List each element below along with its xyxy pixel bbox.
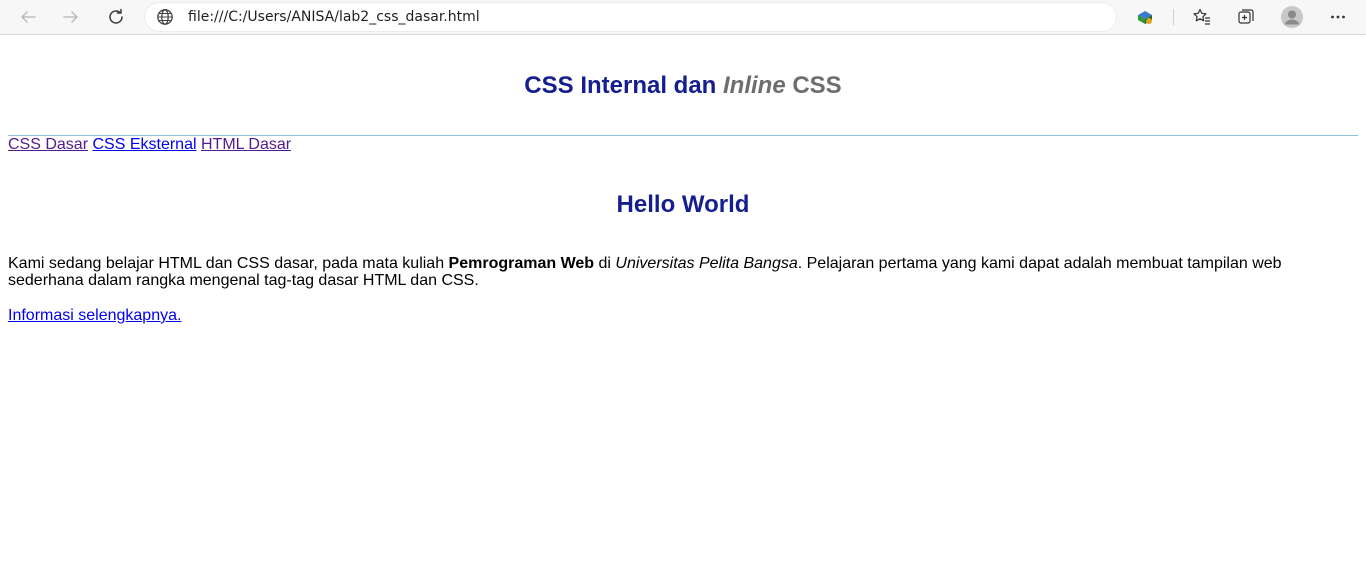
page-title: CSS Internal dan Inline CSS bbox=[0, 72, 1366, 100]
title-part-2: CSS bbox=[785, 72, 842, 99]
para-bold: Pemrograman Web bbox=[448, 255, 595, 272]
extension-icon[interactable] bbox=[1130, 2, 1160, 32]
favorites-star-icon[interactable] bbox=[1187, 2, 1217, 32]
title-italic: Inline bbox=[723, 72, 786, 99]
url-text[interactable]: file:///C:/Users/ANISA/lab2_css_dasar.ht… bbox=[188, 9, 480, 25]
nav-bar: CSS Dasar CSS Eksternal HTML Dasar bbox=[8, 136, 291, 154]
more-icon[interactable] bbox=[1323, 2, 1353, 32]
collections-icon[interactable] bbox=[1231, 2, 1261, 32]
nav-link-css-eksternal[interactable]: CSS Eksternal bbox=[92, 136, 196, 153]
toolbar-divider bbox=[1173, 9, 1174, 25]
page-content: CSS Internal dan Inline CSS CSS Dasar CS… bbox=[0, 36, 1366, 576]
profile-icon[interactable] bbox=[1277, 2, 1307, 32]
address-bar[interactable]: file:///C:/Users/ANISA/lab2_css_dasar.ht… bbox=[144, 2, 1117, 32]
para-text-2: di bbox=[594, 255, 616, 272]
main-heading: Hello World bbox=[616, 191, 750, 218]
nav-link-html-dasar[interactable]: HTML Dasar bbox=[201, 136, 291, 153]
globe-icon bbox=[156, 8, 174, 31]
title-part-1: CSS Internal dan bbox=[524, 72, 723, 99]
para-text-1: Kami sedang belajar HTML dan CSS dasar, … bbox=[8, 255, 449, 272]
more-info-link[interactable]: Informasi selengkapnya. bbox=[8, 307, 181, 325]
intro-paragraph: Kami sedang belajar HTML dan CSS dasar, … bbox=[8, 255, 1308, 289]
back-arrow-icon[interactable] bbox=[13, 2, 43, 32]
refresh-icon[interactable] bbox=[101, 2, 131, 32]
forward-arrow-icon[interactable] bbox=[56, 2, 86, 32]
nav-link-css-dasar[interactable]: CSS Dasar bbox=[8, 136, 88, 153]
para-italic: Universitas Pelita Bangsa bbox=[615, 255, 798, 272]
browser-toolbar: file:///C:/Users/ANISA/lab2_css_dasar.ht… bbox=[0, 0, 1366, 35]
